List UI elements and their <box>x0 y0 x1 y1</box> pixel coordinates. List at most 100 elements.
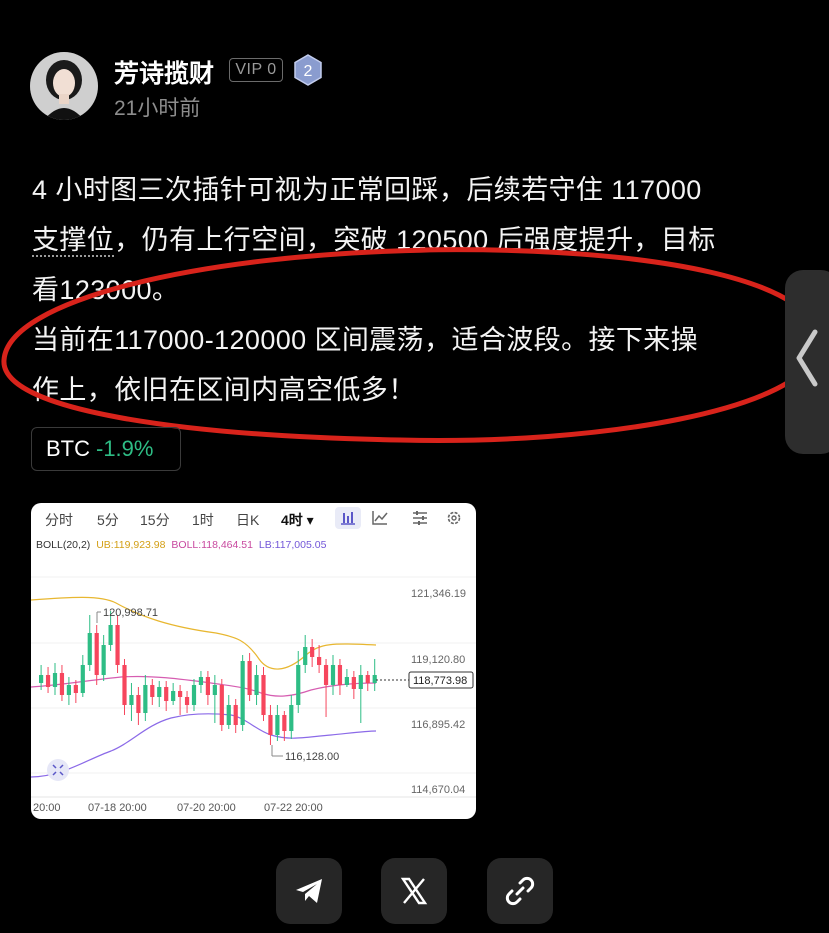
candlestick-chart[interactable]: 120,998.71 116,128.00 121,346.19 119,120… <box>31 555 476 819</box>
candle-body <box>87 633 92 665</box>
post-line-text: ，仍有上行空间，突破 120500 后强度提升，目标 <box>114 225 716 255</box>
candle-body <box>171 691 176 701</box>
candle-body <box>303 647 308 665</box>
low-marker-label: 116,128.00 <box>285 751 339 763</box>
candle-body <box>233 705 238 725</box>
copy-link-button[interactable] <box>487 858 553 924</box>
candle-body <box>268 715 273 735</box>
post-time: 21小时前 <box>114 97 201 120</box>
time-tick: 20:00 <box>33 802 61 814</box>
candle-chart-toggle[interactable] <box>335 507 361 529</box>
time-tick: 07-18 20:00 <box>88 802 147 814</box>
candle-body <box>122 665 127 705</box>
indicator-settings-button[interactable] <box>407 507 433 529</box>
chevron-left-icon <box>796 329 818 387</box>
candle-body <box>191 685 197 705</box>
level-number: 2 <box>304 63 313 80</box>
price-axis: 121,346.19 119,120.80 116,895.42 114,670… <box>411 588 466 796</box>
candle-body <box>136 695 141 713</box>
candle-body <box>178 691 183 697</box>
line-chart-toggle[interactable] <box>367 507 393 529</box>
share-x-button[interactable] <box>381 858 447 924</box>
post-body: 4 小时图三次插针可视为正常回踩，后续若守住 117000 支撑位，仍有上行空间… <box>32 165 802 415</box>
boll-lb: LB:117,005.05 <box>258 539 327 551</box>
candle-body <box>226 705 231 725</box>
level-badge-icon: 2 <box>293 54 323 86</box>
price-tick: 121,346.19 <box>411 588 466 600</box>
candle-body <box>101 645 106 675</box>
expand-chart-icon[interactable] <box>47 759 69 781</box>
sliders-icon <box>413 511 427 525</box>
candle-body <box>39 675 44 683</box>
time-tick: 07-22 20:00 <box>264 802 323 814</box>
gear-icon <box>447 511 461 525</box>
candle-body <box>365 675 370 683</box>
post-line: 作上，依旧在区间内高空低多！ <box>32 375 416 405</box>
candle-body <box>184 697 190 705</box>
candles <box>39 611 377 745</box>
link-icon <box>505 876 535 906</box>
price-tick: 114,670.04 <box>411 784 465 796</box>
line-chart-icon <box>372 511 388 525</box>
candle-body <box>310 647 315 657</box>
candle-chart-icon <box>341 512 355 525</box>
candle-body <box>80 665 85 693</box>
tab-timeframe[interactable]: 日K <box>236 510 259 530</box>
candle-body <box>372 675 377 683</box>
candle-body <box>66 685 71 695</box>
side-drawer-handle[interactable] <box>785 270 829 454</box>
avatar[interactable] <box>30 52 98 120</box>
telegram-icon <box>296 879 322 903</box>
candle-body <box>247 661 252 695</box>
post-line: 支撑位，仍有上行空间，突破 120500 后强度提升，目标 <box>32 215 802 265</box>
candle-body <box>296 665 301 705</box>
candle-body <box>115 625 120 665</box>
candle-body <box>282 715 287 731</box>
candle-body <box>129 695 134 705</box>
candle-body <box>351 677 356 689</box>
tab-timeframe-active[interactable]: 4时 ▾ <box>281 510 314 530</box>
candle-body <box>59 673 65 695</box>
post-line: 4 小时图三次插针可视为正常回踩，后续若守住 117000 <box>32 175 702 205</box>
kline-chart-card[interactable]: 分时 5分 15分 1时 日K 4时 ▾ BOLL(20,2) UB:119,9… <box>31 503 476 819</box>
candle-body <box>164 687 169 701</box>
timeframe-tabs: 分时 5分 15分 1时 日K 4时 ▾ <box>31 503 476 533</box>
candle-body <box>358 675 363 689</box>
candle-body <box>240 661 245 725</box>
candle-body <box>45 675 51 687</box>
candle-body <box>143 685 148 713</box>
candle-body <box>198 677 204 685</box>
candle-body <box>317 657 322 665</box>
time-axis: 20:00 07-18 20:00 07-20 20:00 07-22 20:0… <box>33 802 323 814</box>
candle-body <box>344 677 349 685</box>
boll-mid: BOLL:118,464.51 <box>171 539 253 551</box>
high-marker-label: 120,998.71 <box>103 607 158 619</box>
coin-tag[interactable]: BTC -1.9% <box>31 427 181 471</box>
candle-body <box>157 687 162 697</box>
tab-timeframe[interactable]: 分时 <box>45 510 73 530</box>
candle-body <box>212 685 217 695</box>
current-price-label: 118,773.98 <box>413 675 467 687</box>
tab-timeframe[interactable]: 1时 <box>192 510 214 530</box>
candle-body <box>205 677 210 695</box>
share-telegram-button[interactable] <box>276 858 342 924</box>
price-tick: 119,120.80 <box>411 654 465 666</box>
chart-settings-button[interactable] <box>441 507 467 529</box>
candle-body <box>261 675 266 715</box>
boll-label: BOLL(20,2) <box>36 539 91 551</box>
post-line: 当前在117000-120000 区间震荡，适合波段。接下来操 <box>32 325 699 355</box>
candle-body <box>150 685 155 697</box>
candle-body <box>275 715 280 735</box>
support-term-link[interactable]: 支撑位 <box>32 225 115 257</box>
candle-body <box>73 685 78 693</box>
vip-badge: VIP 0 <box>229 58 283 82</box>
candle-body <box>337 665 343 685</box>
candle-body <box>323 665 329 685</box>
author-name[interactable]: 芳诗揽财 <box>114 54 214 90</box>
tab-timeframe[interactable]: 15分 <box>140 510 170 530</box>
tab-timeframe[interactable]: 5分 <box>97 510 119 530</box>
coin-change: -1.9% <box>96 436 154 461</box>
post-line: 看123000。 <box>32 275 180 305</box>
candle-body <box>52 673 58 687</box>
coin-symbol: BTC <box>46 436 90 461</box>
